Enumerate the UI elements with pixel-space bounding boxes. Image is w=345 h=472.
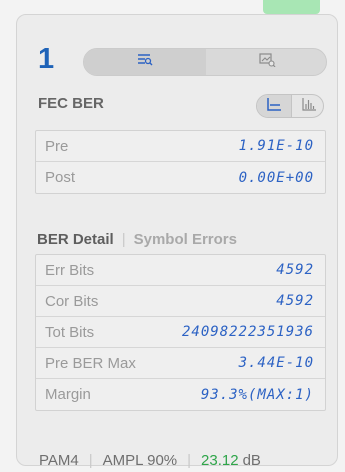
- row-label: Cor Bits: [45, 292, 99, 310]
- histogram-icon: [301, 97, 317, 116]
- top-status-tab[interactable]: [263, 0, 320, 14]
- view-toggle[interactable]: [83, 48, 327, 76]
- snr-value: 23.12: [201, 452, 239, 469]
- table-row: Post 0.00E+00: [36, 162, 325, 193]
- table-view-button[interactable]: [84, 49, 206, 75]
- fec-ber-panel: 1 FEC BER Pre 1.91E-10 Post 0.00E+00 BER…: [16, 14, 338, 469]
- status-footer: PAM4 | AMPL 90% | 23.12 dB: [39, 452, 261, 469]
- fec-ber-table: Pre 1.91E-10 Post 0.00E+00: [35, 130, 326, 194]
- chart-type-toggle[interactable]: [256, 94, 324, 118]
- fec-ber-title: FEC BER: [38, 95, 104, 112]
- detail-tabs: BER Detail | Symbol Errors: [37, 231, 237, 248]
- table-row: Tot Bits 24098222351936: [36, 317, 325, 348]
- lane-number: 1: [38, 43, 55, 75]
- tab-ber-detail[interactable]: BER Detail: [37, 231, 114, 248]
- amplitude-label: AMPL 90%: [102, 452, 178, 469]
- row-label: Tot Bits: [45, 323, 95, 341]
- row-value: 0.00E+00: [238, 169, 314, 186]
- chart-view-button[interactable]: [206, 49, 326, 75]
- table-row: Margin 93.3%(MAX:1): [36, 379, 325, 410]
- ber-detail-table: Err Bits 4592 Cor Bits 4592 Tot Bits 240…: [35, 254, 326, 411]
- tab-separator: |: [121, 231, 126, 248]
- row-value: 3.44E-10: [238, 355, 314, 371]
- modulation-label: PAM4: [39, 452, 79, 469]
- row-label: Err Bits: [45, 261, 95, 279]
- footer-separator: |: [187, 452, 192, 469]
- table-row: Err Bits 4592: [36, 255, 325, 286]
- footer-separator: |: [88, 452, 93, 469]
- table-row: Pre 1.91E-10: [36, 131, 325, 162]
- line-chart-button[interactable]: [257, 95, 291, 117]
- table-row: Pre BER Max 3.44E-10: [36, 348, 325, 379]
- row-value: 24098222351936: [181, 324, 314, 340]
- table-row: Cor Bits 4592: [36, 286, 325, 317]
- table-view-icon: [137, 53, 153, 71]
- row-label: Margin: [45, 386, 91, 403]
- row-label: Post: [45, 169, 76, 186]
- row-value: 4592: [276, 293, 314, 309]
- row-value: 4592: [276, 262, 314, 278]
- histogram-button[interactable]: [291, 95, 323, 117]
- tab-symbol-errors[interactable]: Symbol Errors: [134, 231, 237, 248]
- row-value: 1.91E-10: [238, 138, 314, 154]
- row-label: Pre: [45, 137, 69, 155]
- row-value: 93.3%(MAX:1): [200, 386, 314, 403]
- line-chart-icon: [266, 97, 282, 116]
- snr-unit: dB: [242, 452, 261, 469]
- row-label: Pre BER Max: [45, 354, 136, 372]
- chart-view-icon: [258, 52, 276, 72]
